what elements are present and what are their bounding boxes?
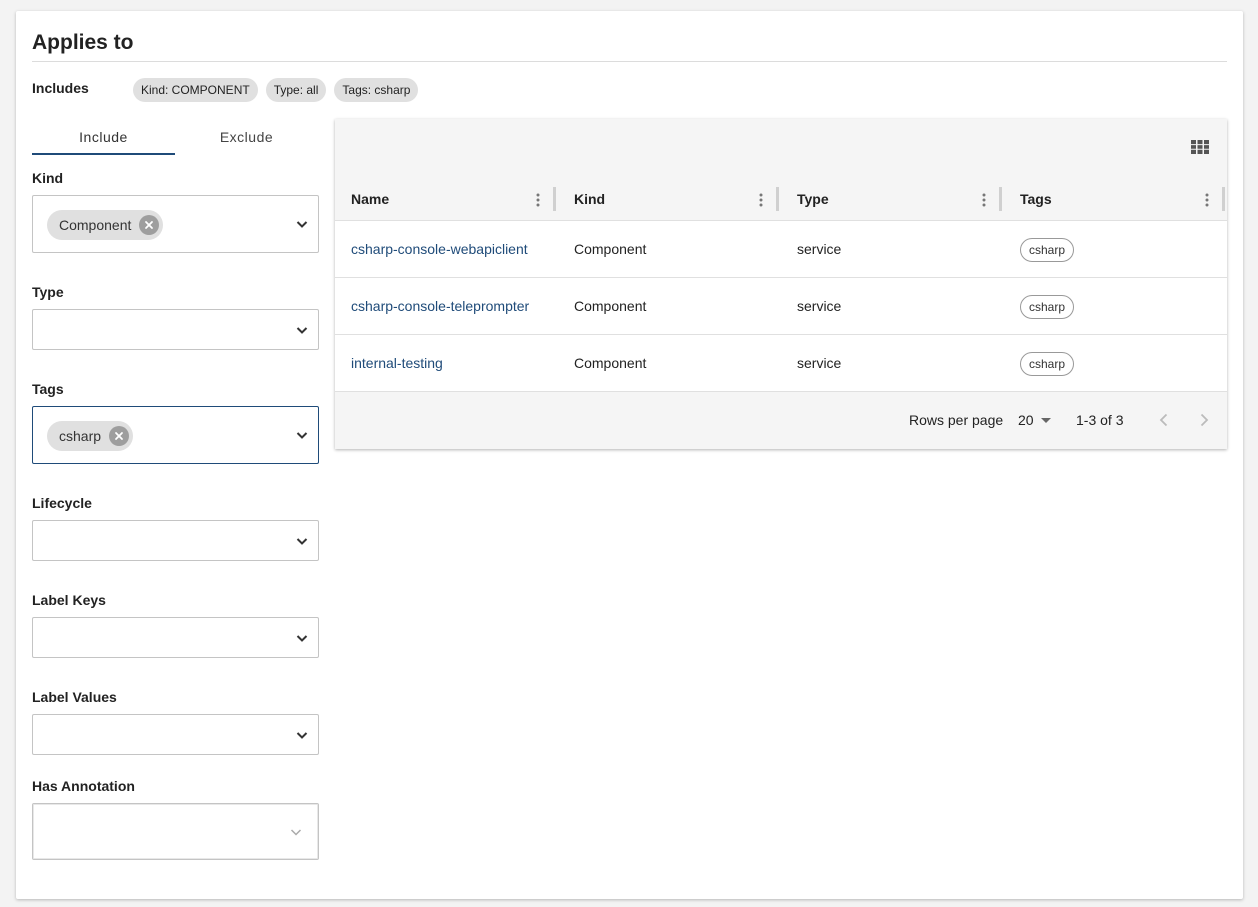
column-header-label: Kind <box>574 191 606 207</box>
pagination-range: 1-3 of 3 <box>1076 412 1124 428</box>
entity-link[interactable]: csharp-console-webapiclient <box>351 241 528 257</box>
columns-icon[interactable] <box>1191 140 1209 154</box>
column-menu-icon[interactable] <box>536 192 540 208</box>
label-values-label: Label Values <box>32 689 117 705</box>
rows-per-page-value: 20 <box>1018 412 1034 428</box>
label-keys-label: Label Keys <box>32 592 106 608</box>
kind-select[interactable]: Component <box>32 195 319 253</box>
chevron-down-icon <box>296 731 308 739</box>
remove-kind-chip-icon[interactable] <box>139 215 160 235</box>
applies-to-card: Applies to Includes Kind: COMPONENT Type… <box>16 11 1243 899</box>
has-annotation-select[interactable] <box>32 803 319 860</box>
rows-per-page-label: Rows per page <box>909 412 1004 428</box>
type-label: Type <box>32 284 64 300</box>
lifecycle-filter: Lifecycle <box>32 495 319 561</box>
summary-chip-type: Type: all <box>265 78 327 102</box>
tag-chip: csharp <box>1020 352 1075 377</box>
summary-chip-tags: Tags: csharp <box>334 78 419 102</box>
caret-down-icon <box>1040 418 1051 423</box>
tags-chip-label: csharp <box>59 428 102 444</box>
table-header: Name Kind Type Tags <box>335 179 1227 221</box>
column-menu-icon[interactable] <box>982 192 986 208</box>
rows-per-page-select[interactable]: 20 <box>1018 412 1052 428</box>
tag-chip: csharp <box>1020 295 1075 320</box>
column-header-type[interactable]: Type <box>781 179 1004 221</box>
table-body: csharp-console-webapiclient Component se… <box>335 221 1227 392</box>
entity-link[interactable]: internal-testing <box>351 355 443 371</box>
label-keys-select[interactable] <box>32 617 319 658</box>
include-exclude-tabs: Include Exclude <box>32 119 319 155</box>
has-annotation-filter: Has Annotation <box>32 778 319 860</box>
type-filter: Type <box>32 284 319 350</box>
entity-link[interactable]: csharp-console-teleprompter <box>351 298 529 314</box>
chevron-down-icon <box>296 221 308 228</box>
summary-chip-kind: Kind: COMPONENT <box>133 78 258 102</box>
tags-chip: csharp <box>47 421 134 451</box>
lifecycle-select[interactable] <box>32 520 319 561</box>
tab-include[interactable]: Include <box>32 119 175 155</box>
cell-name: csharp-console-teleprompter <box>335 278 529 334</box>
tags-select[interactable]: csharp <box>32 406 319 464</box>
cell-kind: Component <box>574 298 647 314</box>
cell-type: service <box>797 355 842 371</box>
title-divider <box>32 61 1227 62</box>
table-row[interactable]: internal-testing Component service cshar… <box>335 335 1227 392</box>
chevron-down-icon <box>296 432 308 439</box>
tags-label: Tags <box>32 381 64 397</box>
cell-type: service <box>797 241 842 257</box>
kind-chip-label: Component <box>59 217 132 233</box>
chevron-down-icon <box>296 326 308 334</box>
table-row[interactable]: csharp-console-teleprompter Component se… <box>335 278 1227 335</box>
cell-tags: csharp <box>1004 335 1075 391</box>
lifecycle-label: Lifecycle <box>32 495 92 511</box>
table-row[interactable]: csharp-console-webapiclient Component se… <box>335 221 1227 278</box>
column-separator[interactable] <box>999 187 1002 211</box>
kind-chip: Component <box>47 210 164 240</box>
column-header-tags[interactable]: Tags <box>1004 179 1227 221</box>
previous-page-icon[interactable] <box>1153 409 1175 431</box>
column-separator[interactable] <box>1222 187 1225 211</box>
label-values-filter: Label Values <box>32 689 319 755</box>
cell-kind: Component <box>574 241 647 257</box>
cell-kind: Component <box>574 355 647 371</box>
kind-filter: Kind Component <box>32 170 319 253</box>
card-title: Applies to <box>32 31 134 54</box>
kind-label: Kind <box>32 170 64 186</box>
cell-tags: csharp <box>1004 221 1075 277</box>
cell-name: csharp-console-webapiclient <box>335 221 528 277</box>
tag-chip: csharp <box>1020 238 1075 263</box>
label-keys-filter: Label Keys <box>32 592 319 658</box>
column-menu-icon[interactable] <box>1205 192 1209 208</box>
tab-exclude[interactable]: Exclude <box>175 119 318 155</box>
includes-label: Includes <box>32 80 89 96</box>
column-header-label: Name <box>351 191 390 207</box>
type-select[interactable] <box>32 309 319 350</box>
has-annotation-label: Has Annotation <box>32 778 135 794</box>
column-menu-icon[interactable] <box>759 192 763 208</box>
chevron-down-icon <box>296 537 308 545</box>
column-separator[interactable] <box>553 187 556 211</box>
column-header-label: Tags <box>1020 191 1052 207</box>
table-pagination: Rows per page 20 1-3 of 3 <box>335 393 1227 449</box>
column-header-name[interactable]: Name <box>335 179 558 221</box>
entities-table: Name Kind Type Tags csharp-console-webap… <box>335 119 1227 449</box>
remove-tags-chip-icon[interactable] <box>109 426 130 446</box>
next-page-icon[interactable] <box>1193 409 1215 431</box>
column-header-label: Type <box>797 191 829 207</box>
cell-name: internal-testing <box>335 335 443 391</box>
column-header-kind[interactable]: Kind <box>558 179 781 221</box>
chevron-down-icon <box>290 828 302 836</box>
chevron-down-icon <box>296 634 308 642</box>
column-separator[interactable] <box>776 187 779 211</box>
cell-tags: csharp <box>1004 278 1075 334</box>
includes-summary: Kind: COMPONENT Type: all Tags: csharp <box>133 78 419 102</box>
cell-type: service <box>797 298 842 314</box>
tags-filter: Tags csharp <box>32 381 319 464</box>
label-values-select[interactable] <box>32 714 319 755</box>
